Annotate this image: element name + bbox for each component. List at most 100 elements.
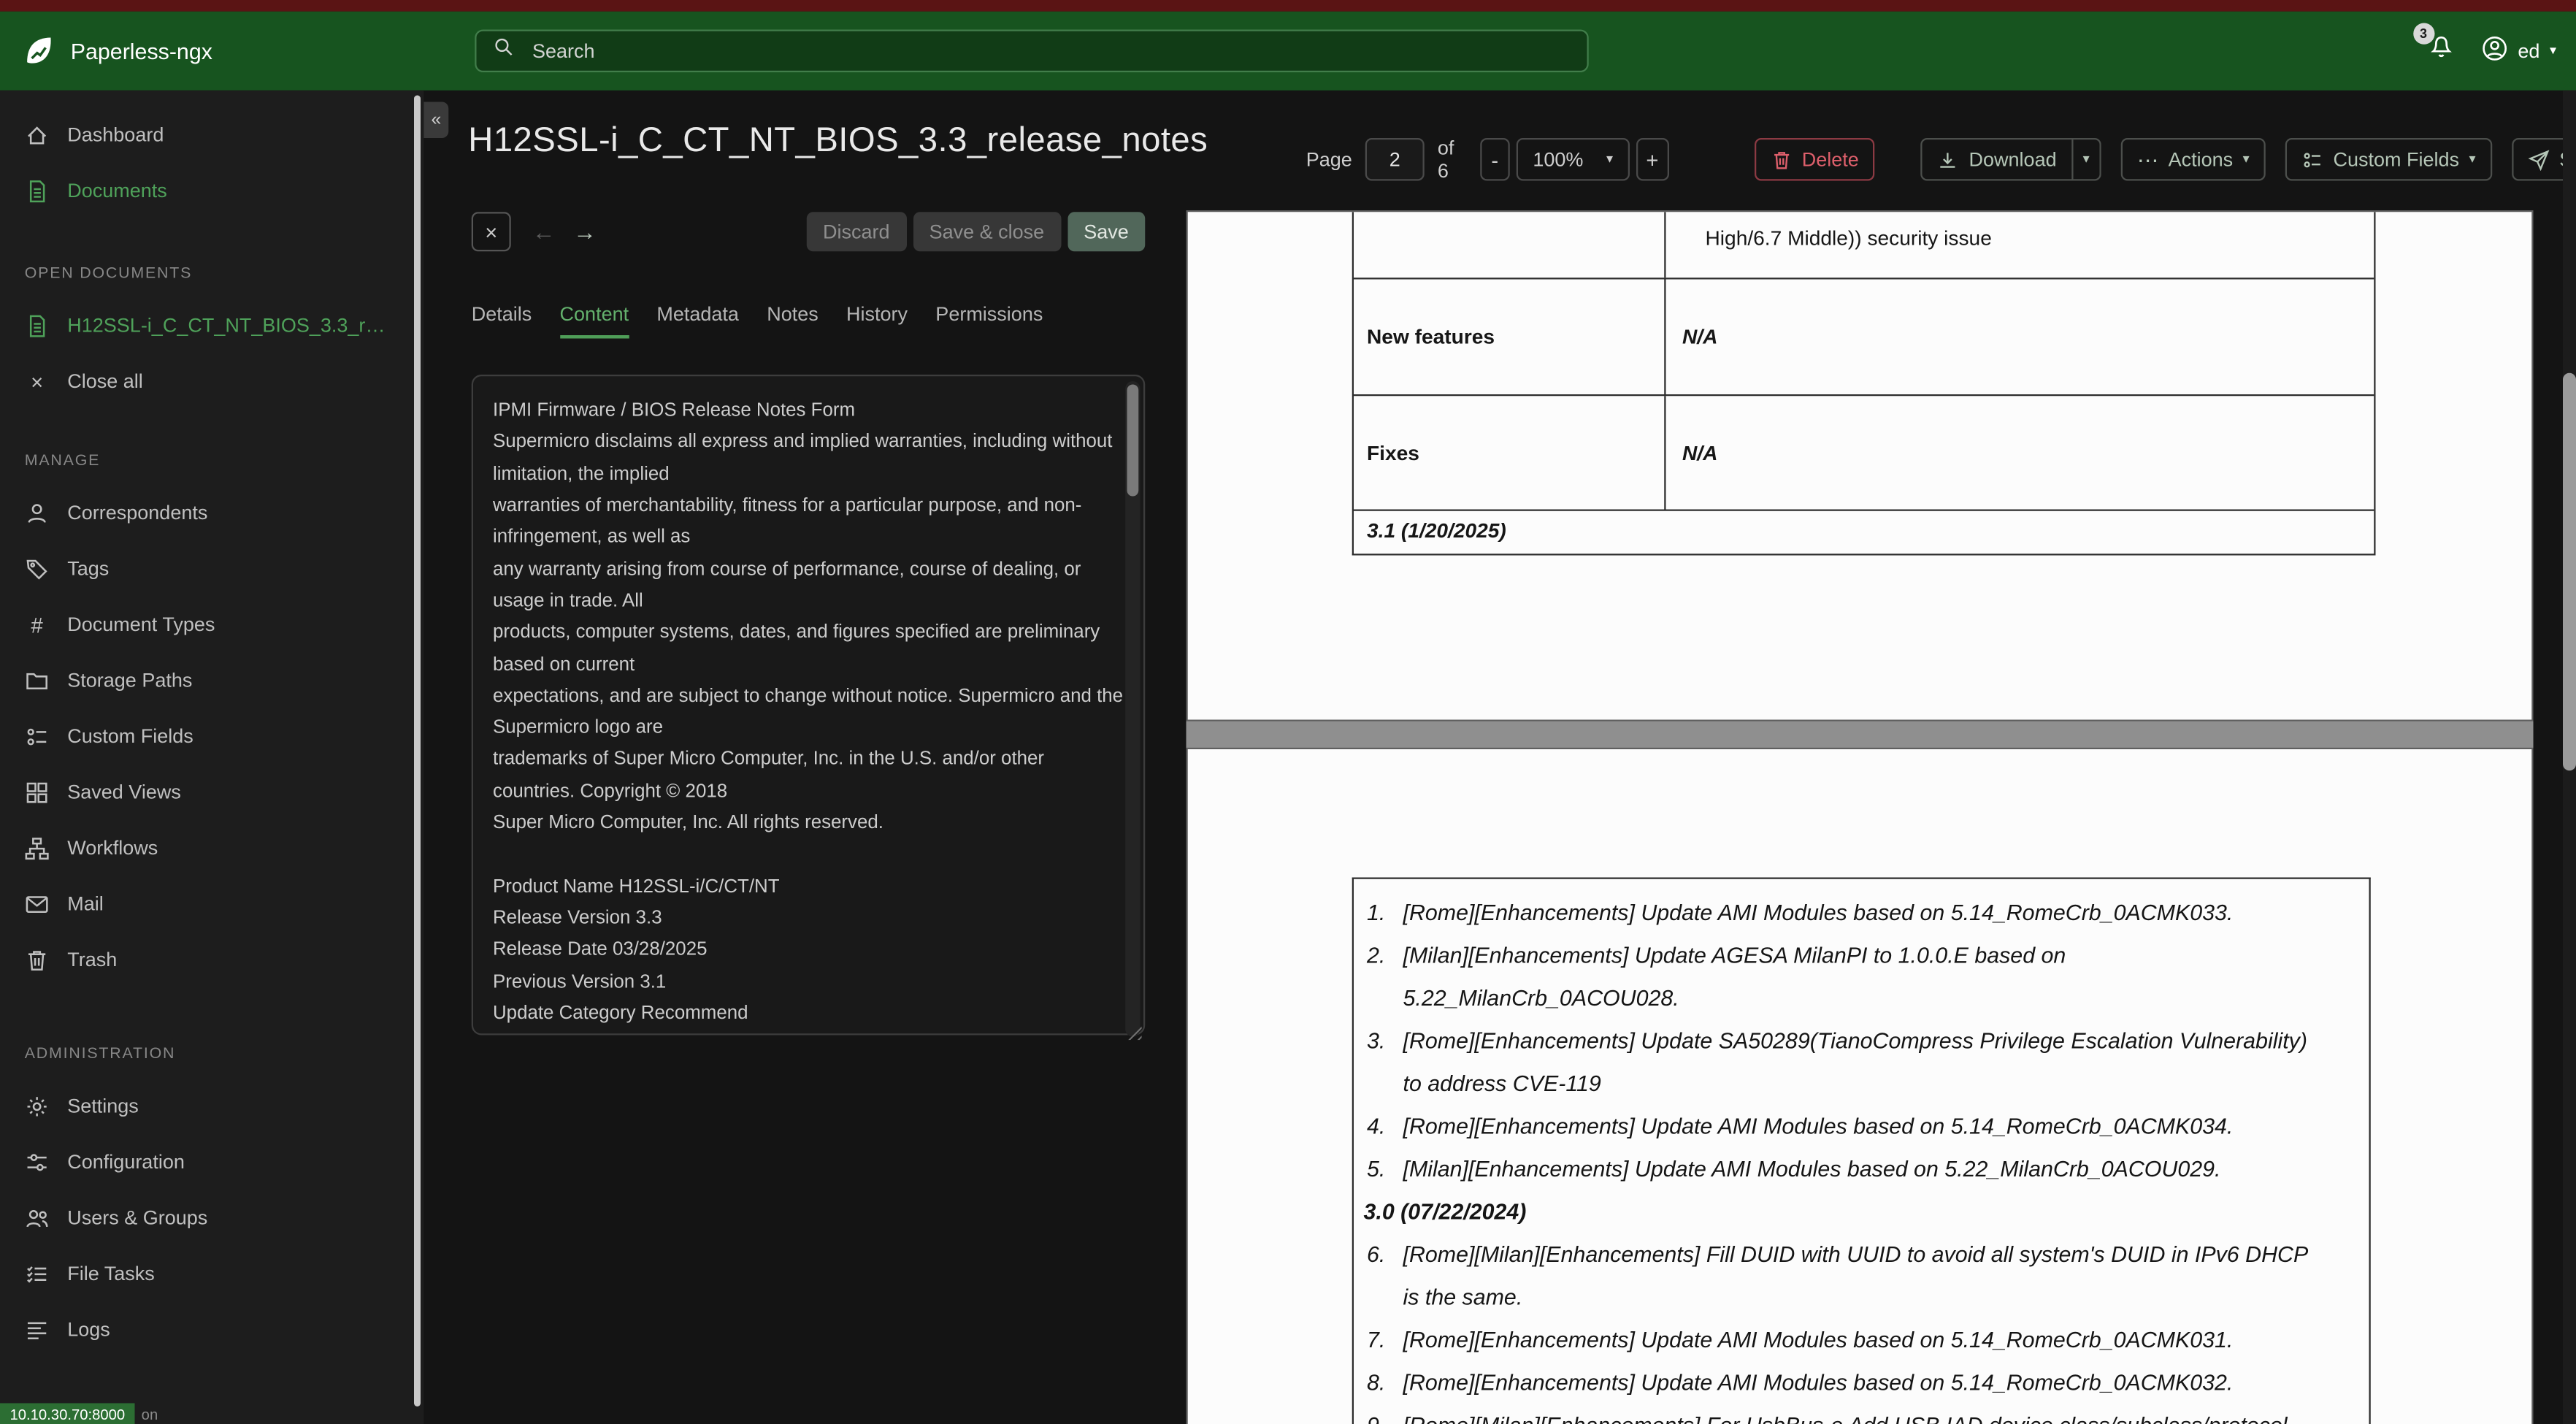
textarea-scrollbar[interactable] <box>1125 381 1141 1037</box>
sidebar-item-logs[interactable]: Logs <box>0 1301 424 1358</box>
sidebar-item-storage-paths[interactable]: Storage Paths <box>0 652 424 708</box>
sidebar-scrollbar[interactable] <box>414 95 421 1406</box>
search-icon <box>493 37 514 66</box>
list-item-number: 6. <box>1367 1242 1386 1267</box>
save-button-group: Discard Save & close Save <box>806 212 1146 252</box>
grid-icon <box>25 780 50 805</box>
list-item-text: 3.0 (07/22/2024) <box>1363 1199 1527 1225</box>
list-item-number: 7. <box>1367 1328 1386 1352</box>
download-options-button[interactable]: ▾ <box>2073 138 2101 181</box>
sidebar-item-settings[interactable]: Settings <box>0 1078 424 1134</box>
tab-metadata[interactable]: Metadata <box>656 302 739 339</box>
window-scrollbar-thumb[interactable] <box>2563 372 2576 771</box>
sidebar-item-users-groups[interactable]: Users & Groups <box>0 1190 424 1246</box>
close-document-button[interactable]: × <box>471 212 511 252</box>
zoom-out-button[interactable]: - <box>1479 138 1510 181</box>
sidebar-item-trash[interactable]: Trash <box>0 932 424 988</box>
sidebar-section-open-documents: Open documents <box>24 264 193 283</box>
list-item-text: [Milan][Enhancements] Update AGESA Milan… <box>1403 943 2066 1011</box>
sidebar-item-file-tasks[interactable]: File Tasks <box>0 1246 424 1302</box>
document-toolbar: Page of 6 - 100% ▾ + Delete Download ▾ ⋯… <box>1306 137 2576 183</box>
sidebar-item-label: Documents <box>67 179 167 202</box>
actions-label: Actions <box>2168 148 2234 172</box>
file-text-icon <box>25 178 50 203</box>
download-label: Download <box>1969 148 2057 172</box>
tag-icon <box>25 556 50 581</box>
tab-permissions[interactable]: Permissions <box>935 302 1043 339</box>
actions-button[interactable]: ⋯ Actions ▾ <box>2120 138 2266 181</box>
list-item: 8. [Rome][Enhancements] Update AMI Module… <box>1354 1362 2369 1405</box>
envelope-icon <box>25 892 50 916</box>
table-cell-label: Fixes <box>1354 396 1666 510</box>
textarea-scrollbar-thumb[interactable] <box>1127 384 1139 497</box>
sidebar-item-label: Dashboard <box>67 123 164 147</box>
search-bar[interactable] <box>475 29 1589 72</box>
text-lines-icon <box>25 1317 50 1341</box>
open-document-label: H12SSL-i_C_CT_NT_BIOS_3.3_rel... <box>67 313 396 337</box>
tab-notes[interactable]: Notes <box>767 302 819 339</box>
window-scrollbar[interactable] <box>2563 90 2576 1424</box>
document-title: H12SSL-i_C_CT_NT_BIOS_3.3_release_notes <box>468 121 1208 160</box>
download-button[interactable]: Download <box>1921 138 2074 181</box>
save-button[interactable]: Save <box>1067 212 1146 252</box>
sidebar-section-administration: Administration <box>24 1045 176 1063</box>
list-item: 2. [Milan][Enhancements] Update AGESA Mil… <box>1354 935 2369 1020</box>
save-and-close-button[interactable]: Save & close <box>913 212 1061 252</box>
zoom-in-button[interactable]: + <box>1636 138 1669 181</box>
house-icon <box>25 123 50 148</box>
list-item-text: [Rome][Enhancements] Update AMI Modules … <box>1403 1370 2234 1396</box>
sidebar-item-tags[interactable]: Tags <box>0 540 424 597</box>
hash-icon: # <box>31 612 43 637</box>
sidebar-item-documents[interactable]: Documents <box>0 163 424 219</box>
custom-fields-icon <box>2304 152 2321 167</box>
notifications-button[interactable]: 3 <box>2412 22 2454 68</box>
sidebar-item-workflows[interactable]: Workflows <box>0 820 424 876</box>
sidebar-item-dashboard[interactable]: Dashboard <box>0 107 424 163</box>
sidebar-item-mail[interactable]: Mail <box>0 876 424 932</box>
sidebar-item-document-types[interactable]: # Document Types <box>0 597 424 653</box>
user-menu[interactable]: ed ▾ <box>2480 34 2556 67</box>
page-number-input[interactable] <box>1365 138 1425 181</box>
sidebar-open-document[interactable]: H12SSL-i_C_CT_NT_BIOS_3.3_rel... <box>0 297 424 353</box>
sidebar-item-label: Trash <box>67 948 118 971</box>
sidebar-close-all[interactable]: × Close all <box>0 353 424 410</box>
list-item-number: 5. <box>1367 1157 1386 1182</box>
chevron-down-icon: ▾ <box>2469 151 2476 166</box>
content-textarea[interactable]: IPMI Firmware / BIOS Release Notes Form … <box>471 375 1146 1036</box>
sidebar: Dashboard Documents Open documents H12SS… <box>0 90 424 1424</box>
zoom-level-select[interactable]: 100% ▾ <box>1516 138 1630 181</box>
tab-content[interactable]: Content <box>559 302 629 339</box>
sidebar-item-label: Logs <box>67 1317 110 1341</box>
status-link: 10.10.30.70:8000 <box>0 1403 135 1424</box>
tab-details[interactable]: Details <box>472 302 532 339</box>
list-item-version-heading: 3.0 (07/22/2024) <box>1354 1191 2369 1234</box>
app-brand[interactable]: Paperless-ngx <box>23 12 212 91</box>
list-item: 5. [Milan][Enhancements] Update AMI Modul… <box>1354 1149 2369 1192</box>
sidebar-item-saved-views[interactable]: Saved Views <box>0 764 424 820</box>
trash-icon <box>1774 151 1789 169</box>
changes-list-box: 1. [Rome][Enhancements] Update AMI Module… <box>1352 877 2371 1424</box>
status-link-suffix: on <box>141 1405 158 1423</box>
pdf-page-2: 1. [Rome][Enhancements] Update AMI Module… <box>1186 747 2534 1424</box>
next-document-arrow[interactable]: → <box>573 218 597 245</box>
custom-fields-button[interactable]: Custom Fields ▾ <box>2285 138 2493 181</box>
app-header: Paperless-ngx 3 ed ▾ <box>0 11 2576 91</box>
discard-button[interactable]: Discard <box>806 212 907 252</box>
tab-history[interactable]: History <box>846 302 908 339</box>
sidebar-item-label: File Tasks <box>67 1262 155 1285</box>
file-text-icon <box>25 313 50 338</box>
sidebar-item-label: Correspondents <box>67 501 208 524</box>
sidebar-item-configuration[interactable]: Configuration <box>0 1134 424 1190</box>
sidebar-item-custom-fields[interactable]: Custom Fields <box>0 708 424 765</box>
sidebar-item-correspondents[interactable]: Correspondents <box>0 485 424 541</box>
list-check-icon <box>25 1261 50 1286</box>
delete-button[interactable]: Delete <box>1754 138 1876 181</box>
table-row: New features N/A <box>1354 277 2374 394</box>
previous-document-arrow[interactable]: ← <box>532 218 556 245</box>
search-input[interactable] <box>529 37 1571 64</box>
edit-panel-toolbar: × ← → Discard Save & close Save <box>471 210 1146 253</box>
gear-icon <box>25 1093 50 1118</box>
sidebar-item-label: Storage Paths <box>67 668 193 692</box>
sidebar-collapse-button[interactable]: « <box>423 102 449 138</box>
list-item-number: 4. <box>1367 1114 1386 1139</box>
